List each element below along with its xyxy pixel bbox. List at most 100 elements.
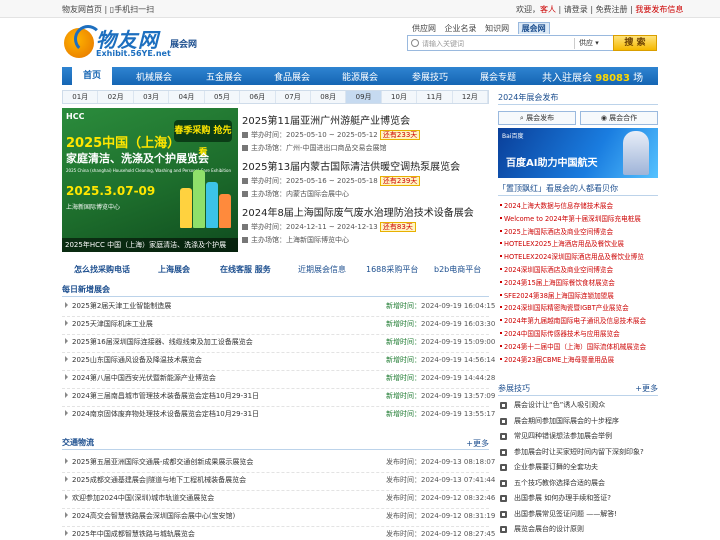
list-item[interactable]: 欢迎参加2024中国(深圳)城市轨道交通展览会 发布时间：2024-09-12 0… [62,492,495,508]
tip-item-title[interactable]: 展览会展台的设计原则 [514,524,584,534]
featured-exhibit-title[interactable]: 2024年8届上海国际废气废水治理防治技术设备展会 [242,204,492,219]
hot-item[interactable]: 2024第23届CBME上海母婴童用品展 [498,354,658,366]
month-tab[interactable]: 02月 [98,91,134,103]
quick-link[interactable]: 近期展会信息 [298,264,346,275]
list-item-title[interactable]: 2025天津国际机床工业展 [72,319,153,329]
month-tab[interactable]: 07月 [276,91,311,103]
list-item-title[interactable]: 2025第16届深圳国际连接器、线缆线束及加工设备展览会 [72,337,253,347]
list-item-title[interactable]: 2024第三届南昌城市管理技术装备展览会定档10月29-31日 [72,391,259,401]
hot-item[interactable]: 2024深圳国际酒店及商业空间博览会 [498,264,658,276]
search-button[interactable]: 搜 索 [613,35,657,51]
list-item-title[interactable]: 2024高交会智慧铁路展会深圳国际会展中心(宝安馆) [72,511,235,521]
list-item[interactable]: 2024南京固体废弃物处理技术设备展览会定档10月29-31日 新增时间：2024… [62,408,495,424]
list-item[interactable]: 2025山东国际通风设备及降温技术展览会 新增时间：2024-09-19 14:5… [62,354,495,370]
tips-more-link[interactable]: +更多 [635,383,658,394]
nav-item-tips[interactable]: 参展技巧 [412,70,448,83]
tip-item[interactable]: 展会期间参加国际展会的十步程序 [498,416,658,429]
tip-item[interactable]: 参加展会时让买家短时间内留下深刻印象? [498,447,658,460]
list-item[interactable]: 2025第16届深圳国际连接器、线缆线束及加工设备展览会 新增时间：2024-09… [62,336,495,352]
search-category-select[interactable]: 供应 ▾ [574,38,614,49]
nav-item-home[interactable]: 首页 [72,67,112,85]
promo-banner[interactable]: HCC 春季采购 抢先看 2025中国（上海） 家庭清洁、洗涤及个护展览会 20… [62,108,238,252]
hot-item-title[interactable]: 2024上海大数据与信息存储技术展会 [504,200,613,210]
tip-item-title[interactable]: 参加展会时让买家短时间内留下深刻印象? [514,447,644,457]
quick-link[interactable]: 在线客服 服务 [220,264,271,275]
hot-item[interactable]: SFE2024第38届上海国际连锁加盟展 [498,290,658,302]
list-item-title[interactable]: 2025山东国际通风设备及降温技术展览会 [72,355,202,365]
publish-link[interactable]: 我要发布信息 [635,5,683,14]
month-tab[interactable]: 03月 [134,91,170,103]
nav-item-food[interactable]: 食品展会 [274,70,310,83]
tip-item-title[interactable]: 出国参展常见签证问题 ——解答! [514,509,617,519]
quick-link[interactable]: b2b电商平台 [434,264,481,275]
quick-link[interactable]: 1688采购平台 [366,264,418,275]
tip-item-title[interactable]: 五个技巧教你选择合适的展会 [514,478,605,488]
nav-item-machinery[interactable]: 机械展会 [136,70,172,83]
list-item-title[interactable]: 2025年中国成都智慧铁路与城轨展览会 [72,529,195,539]
login-link[interactable]: 请登录 [564,5,588,14]
hot-item-title[interactable]: 2024深圳国际精密陶瓷暨IGBT产业展览会 [504,302,629,312]
tip-item[interactable]: 五个技巧教你选择合适的展会 [498,478,658,491]
hot-item-title[interactable]: HOTELEX2025上海酒店用品及餐饮业展 [504,238,624,248]
tip-item-title[interactable]: 出国参展 如何办理手续和签证? [514,493,611,503]
month-tab[interactable]: 05月 [205,91,241,103]
tab-cooperate[interactable]: ◉ 展会合作 [580,111,658,125]
hot-item[interactable]: 2024中国国际传感器技术与应用展览会 [498,328,658,340]
nav-item-topics[interactable]: 展会专题 [480,70,516,83]
mobile-scan-link[interactable]: 手机扫一扫 [114,5,154,14]
list-item[interactable]: 2025第2届天津工业智能制造展 新增时间：2024-09-19 16:04:15 [62,300,495,316]
tip-item[interactable]: 出国参展常见签证问题 ——解答! [498,509,658,522]
quick-link[interactable]: 怎么找采购电话 [74,264,130,275]
register-link[interactable]: 免费注册 [596,5,628,14]
hot-item[interactable]: 2024第十二届中国（上海）国际流体机械展览会 [498,341,658,353]
tip-item[interactable]: 展会设计让“色”诱人吸引观众 [498,400,658,413]
tip-item-title[interactable]: 展会期间参加国际展会的十步程序 [514,416,619,426]
month-tab[interactable]: 11月 [417,91,453,103]
list-item-title[interactable]: 2024第八届中国西安光伏暨新能源产业博览会 [72,373,216,383]
tip-item-title[interactable]: 企业参展要订舞的全套功夫 [514,462,598,472]
list-item[interactable]: 2025天津国际机床工业展 新增时间：2024-09-19 16:03:30 [62,318,495,334]
list-item-title[interactable]: 2025第2届天津工业智能制造展 [72,301,171,311]
hot-item[interactable]: 2024深圳国际精密陶瓷暨IGBT产业展览会 [498,302,658,314]
search-tab-knowledge[interactable]: 知识网 [485,24,509,33]
month-tab[interactable]: 09月 [346,91,382,103]
hot-item-title[interactable]: 2024第23届CBME上海母婴童用品展 [504,354,614,364]
nav-item-energy[interactable]: 能源展会 [342,70,378,83]
list-item-title[interactable]: 欢迎参加2024中国(深圳)城市轨道交通展览会 [72,493,214,503]
list-item-title[interactable]: 2025成都交通基建展会|隧道与地下工程机械装备展览会 [72,475,246,485]
hot-item[interactable]: 2024年第九届越南国际电子通讯及信息技术展会 [498,315,658,327]
home-link[interactable]: 物友网首页 [62,5,102,14]
list-item-title[interactable]: 2024南京固体废弃物处理技术设备展览会定档10月29-31日 [72,409,259,419]
hot-item[interactable]: Welcome to 2024年第十届深圳国际充电桩展 [498,213,658,225]
hot-item-title[interactable]: SFE2024第38届上海国际连锁加盟展 [504,290,614,300]
hot-item-title[interactable]: 2024第十二届中国（上海）国际流体机械展览会 [504,341,646,351]
tab-publish[interactable]: ⌕ 展会发布 [498,111,576,125]
hot-item-title[interactable]: 2024年第九届越南国际电子通讯及信息技术展会 [504,315,646,325]
month-tab[interactable]: 01月 [63,91,99,103]
list-item[interactable]: 2024第八届中国西安光伏暨新能源产业博览会 新增时间：2024-09-19 14… [62,372,495,388]
hot-item[interactable]: 2024第15届上海国际餐饮食材展览会 [498,277,658,289]
hot-item-title[interactable]: 2024中国国际传感器技术与应用展览会 [504,328,620,338]
featured-exhibit-title[interactable]: 2025第13届内蒙古国际清洁供暖空调热泵展览会 [242,158,492,173]
list-item[interactable]: 2025成都交通基建展会|隧道与地下工程机械装备展览会 发布时间：2024-09-… [62,474,495,490]
search-tab-company[interactable]: 企业名录 [445,24,477,33]
hot-item[interactable]: HOTELEX2024深圳国际酒店用品及餐饮业博览 [498,251,658,263]
featured-exhibit-title[interactable]: 2025第11届亚洲广州游艇产业博览会 [242,112,492,127]
hot-item[interactable]: HOTELEX2025上海酒店用品及餐饮业展 [498,238,658,250]
site-logo[interactable]: 物友网 Exhibit.56YE.net [64,24,171,60]
hot-item-title[interactable]: Welcome to 2024年第十届深圳国际充电桩展 [504,213,641,223]
search-tab-supply[interactable]: 供应网 [412,24,436,33]
tip-item[interactable]: 展览会展台的设计原则 [498,524,658,537]
list-item[interactable]: 2025年中国成都智慧铁路与城轨展览会 发布时间：2024-09-12 08:27… [62,528,495,540]
tip-item[interactable]: 企业参展要订舞的全套功夫 [498,462,658,475]
month-tab[interactable]: 08月 [311,91,347,103]
hot-item-title[interactable]: 2024深圳国际酒店及商业空间博览会 [504,264,613,274]
hot-item[interactable]: 2025上海国际酒店及商业空间博览会 [498,226,658,238]
quick-link[interactable]: 上海展会 [158,264,190,275]
traffic-more-link[interactable]: +更多 [466,438,489,449]
tip-item[interactable]: 出国参展 如何办理手续和签证? [498,493,658,506]
tip-item-title[interactable]: 常见四种错误想法参加展会举例 [514,431,612,441]
list-item-title[interactable]: 2025第五届亚洲国际交通展-成都交通创新成果展示展览会 [72,457,253,467]
search-input[interactable]: 请输入关键词 [422,39,464,49]
month-tab[interactable]: 12月 [453,91,489,103]
